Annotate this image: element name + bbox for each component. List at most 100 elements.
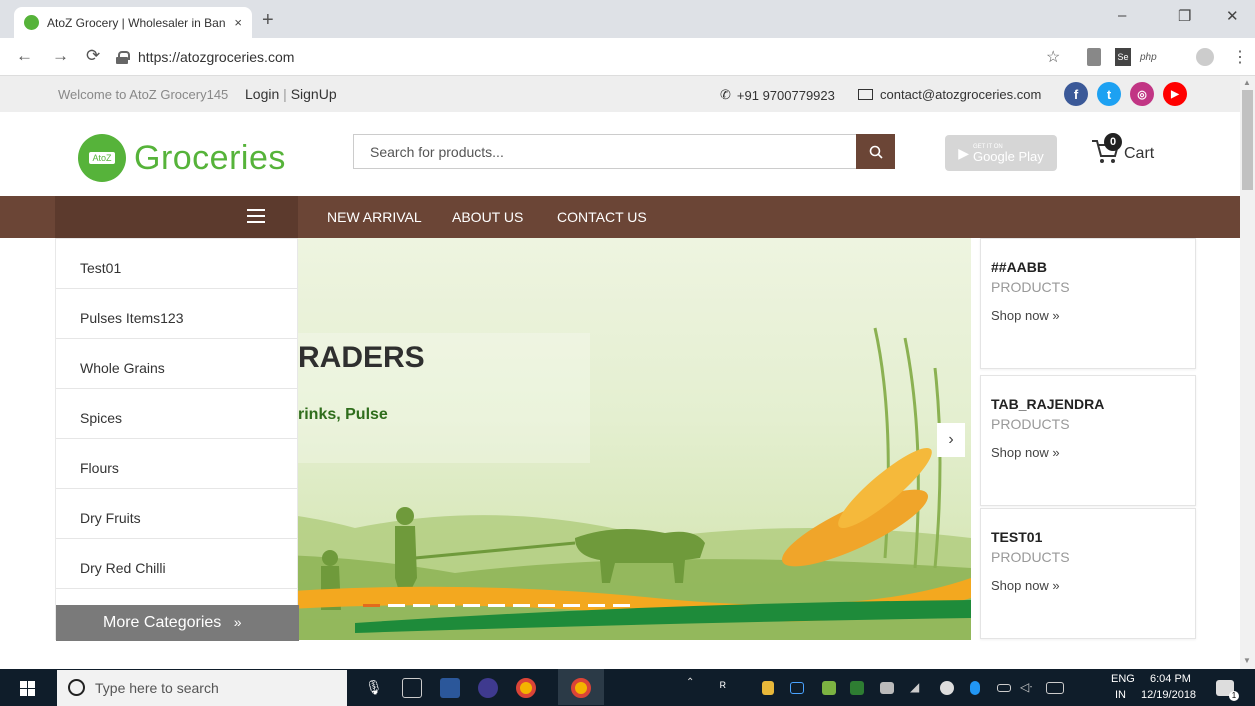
new-tab-button[interactable]: + — [262, 9, 274, 32]
shop-now-link[interactable]: Shop now » — [991, 578, 1195, 593]
category-item[interactable]: Test01 — [56, 239, 297, 289]
bluetooth-icon[interactable] — [970, 681, 980, 695]
task-view-icon[interactable] — [402, 678, 422, 698]
category-item[interactable]: Pulses Items123 — [56, 289, 297, 339]
promo-subtitle: PRODUCTS — [991, 549, 1070, 565]
selenium-extension-icon[interactable]: Se — [1115, 48, 1131, 66]
phone-number: +91 9700779923 — [736, 87, 835, 103]
shop-now-link[interactable]: Shop now » — [991, 308, 1195, 323]
double-chevron-right-icon: » — [233, 614, 242, 630]
chrome-icon[interactable] — [571, 678, 591, 698]
tray-expand-icon[interactable]: ⌃ — [686, 677, 694, 688]
instagram-icon[interactable]: ◎ — [1130, 82, 1154, 106]
slider-dot[interactable] — [588, 604, 605, 607]
promo-card[interactable]: TAB_RAJENDRA PRODUCTS Shop now » — [980, 375, 1196, 506]
browser-address-bar: ← → ⟳ https://atozgroceries.com ☆ Se php… — [0, 38, 1255, 76]
bookmark-star-icon[interactable]: ☆ — [1046, 48, 1060, 66]
login-link[interactable]: Login — [245, 86, 279, 102]
slider-dot[interactable] — [463, 604, 480, 607]
promo-card[interactable]: ##AABB PRODUCTS Shop now » — [980, 238, 1196, 369]
tab-close-icon[interactable]: × — [234, 15, 242, 30]
slider-dot[interactable] — [438, 604, 455, 607]
window-minimize-button[interactable]: – — [1118, 7, 1126, 24]
youtube-icon[interactable]: ▶ — [1163, 82, 1187, 106]
slider-dot[interactable] — [388, 604, 405, 607]
browser-tab[interactable]: AtoZ Grocery | Wholesaler in Ban × — [14, 7, 252, 38]
taskbar-search-input[interactable]: Type here to search — [57, 670, 347, 706]
extension-icon[interactable] — [1087, 48, 1101, 66]
window-restore-button[interactable]: ❐ — [1178, 7, 1191, 25]
scroll-up-icon[interactable]: ▲ — [1243, 78, 1251, 87]
back-icon[interactable]: ← — [16, 46, 33, 66]
category-menu-toggle[interactable] — [55, 196, 298, 238]
banner-subheading: rinks, Pulse — [298, 406, 388, 423]
tray-app-icon[interactable] — [790, 682, 804, 694]
wifi-icon[interactable]: ◢ — [910, 680, 919, 694]
tray-app-icon[interactable] — [850, 681, 864, 695]
clock-time[interactable]: 6:04 PM — [1150, 673, 1191, 685]
nav-new-arrival[interactable]: NEW ARRIVAL — [327, 209, 422, 225]
browser-menu-icon[interactable]: ⋮ — [1232, 48, 1248, 66]
tray-app-icon[interactable] — [822, 681, 836, 695]
facebook-icon[interactable]: f — [1064, 82, 1088, 106]
forward-icon[interactable]: → — [52, 46, 69, 66]
windows-start-icon[interactable] — [20, 681, 35, 696]
page-scrollbar[interactable]: ▲ ▼ — [1240, 76, 1255, 669]
php-extension-icon[interactable]: php — [1140, 48, 1157, 66]
scroll-down-icon[interactable]: ▼ — [1243, 656, 1251, 665]
slider-dot[interactable] — [563, 604, 580, 607]
twitter-icon[interactable]: t — [1097, 82, 1121, 106]
hamburger-icon[interactable] — [247, 209, 265, 224]
nav-contact-us[interactable]: CONTACT US — [557, 209, 647, 225]
category-item[interactable]: Dry Fruits — [56, 489, 297, 539]
category-item[interactable]: Flours — [56, 439, 297, 489]
word-icon[interactable] — [440, 678, 460, 698]
category-item[interactable]: Whole Grains — [56, 339, 297, 389]
promo-card[interactable]: TEST01 PRODUCTS Shop now » — [980, 508, 1196, 639]
nav-about-us[interactable]: ABOUT US — [452, 209, 523, 225]
banner-heading: RADERS — [298, 341, 425, 374]
tray-app-icon[interactable] — [940, 681, 954, 695]
tray-app-icon[interactable] — [880, 682, 894, 694]
signup-link[interactable]: SignUp — [291, 86, 337, 102]
volume-icon[interactable]: ◁ᐧ — [1020, 680, 1032, 694]
slider-dot[interactable] — [513, 604, 530, 607]
tray-app-icon[interactable] — [762, 681, 774, 695]
slider-dot[interactable] — [613, 604, 630, 607]
search-button[interactable] — [856, 134, 895, 169]
email-contact[interactable]: contact@atozgroceries.com — [858, 87, 1041, 102]
scroll-thumb[interactable] — [1242, 90, 1253, 190]
google-play-button[interactable]: ▶ GET IT ON Google Play — [945, 135, 1057, 171]
phone-icon: ✆ — [720, 87, 731, 102]
banner-next-button[interactable]: › — [937, 423, 965, 457]
tab-title: AtoZ Grocery | Wholesaler in Ban — [47, 15, 226, 30]
email-address[interactable]: contact@atozgroceries.com — [880, 87, 1041, 102]
language-code[interactable]: ENG — [1111, 673, 1135, 685]
language-region[interactable]: IN — [1115, 689, 1126, 701]
clock-date[interactable]: 12/19/2018 — [1141, 689, 1196, 701]
reload-icon[interactable]: ⟳ — [86, 46, 100, 66]
search-icon — [869, 145, 883, 159]
microphone-icon[interactable]: 🎙 — [365, 679, 383, 696]
slider-dot[interactable] — [363, 604, 380, 607]
battery-icon[interactable] — [997, 684, 1011, 692]
keyboard-icon[interactable] — [1046, 682, 1064, 694]
eclipse-icon[interactable] — [478, 678, 498, 698]
cart-button[interactable]: 0 Cart — [1090, 133, 1154, 165]
people-icon[interactable]: ᴿ — [720, 679, 726, 694]
auth-separator: | — [283, 86, 287, 102]
browser-tab-bar: AtoZ Grocery | Wholesaler in Ban × + – ❐… — [0, 0, 1255, 38]
url-field[interactable]: https://atozgroceries.com — [116, 44, 1076, 70]
more-categories-button[interactable]: More Categories » — [56, 605, 299, 641]
category-item[interactable]: Spices — [56, 389, 297, 439]
slider-dot[interactable] — [413, 604, 430, 607]
chrome-icon[interactable] — [516, 678, 536, 698]
shop-now-link[interactable]: Shop now » — [991, 445, 1195, 460]
slider-dot[interactable] — [488, 604, 505, 607]
slider-dot[interactable] — [538, 604, 555, 607]
site-logo[interactable]: AtoZ Groceries — [78, 134, 286, 182]
category-item[interactable]: Dry Red Chilli — [56, 539, 297, 589]
product-search-input[interactable]: Search for products... — [353, 134, 856, 169]
window-close-button[interactable]: ✕ — [1226, 7, 1239, 25]
profile-avatar[interactable] — [1196, 48, 1214, 66]
